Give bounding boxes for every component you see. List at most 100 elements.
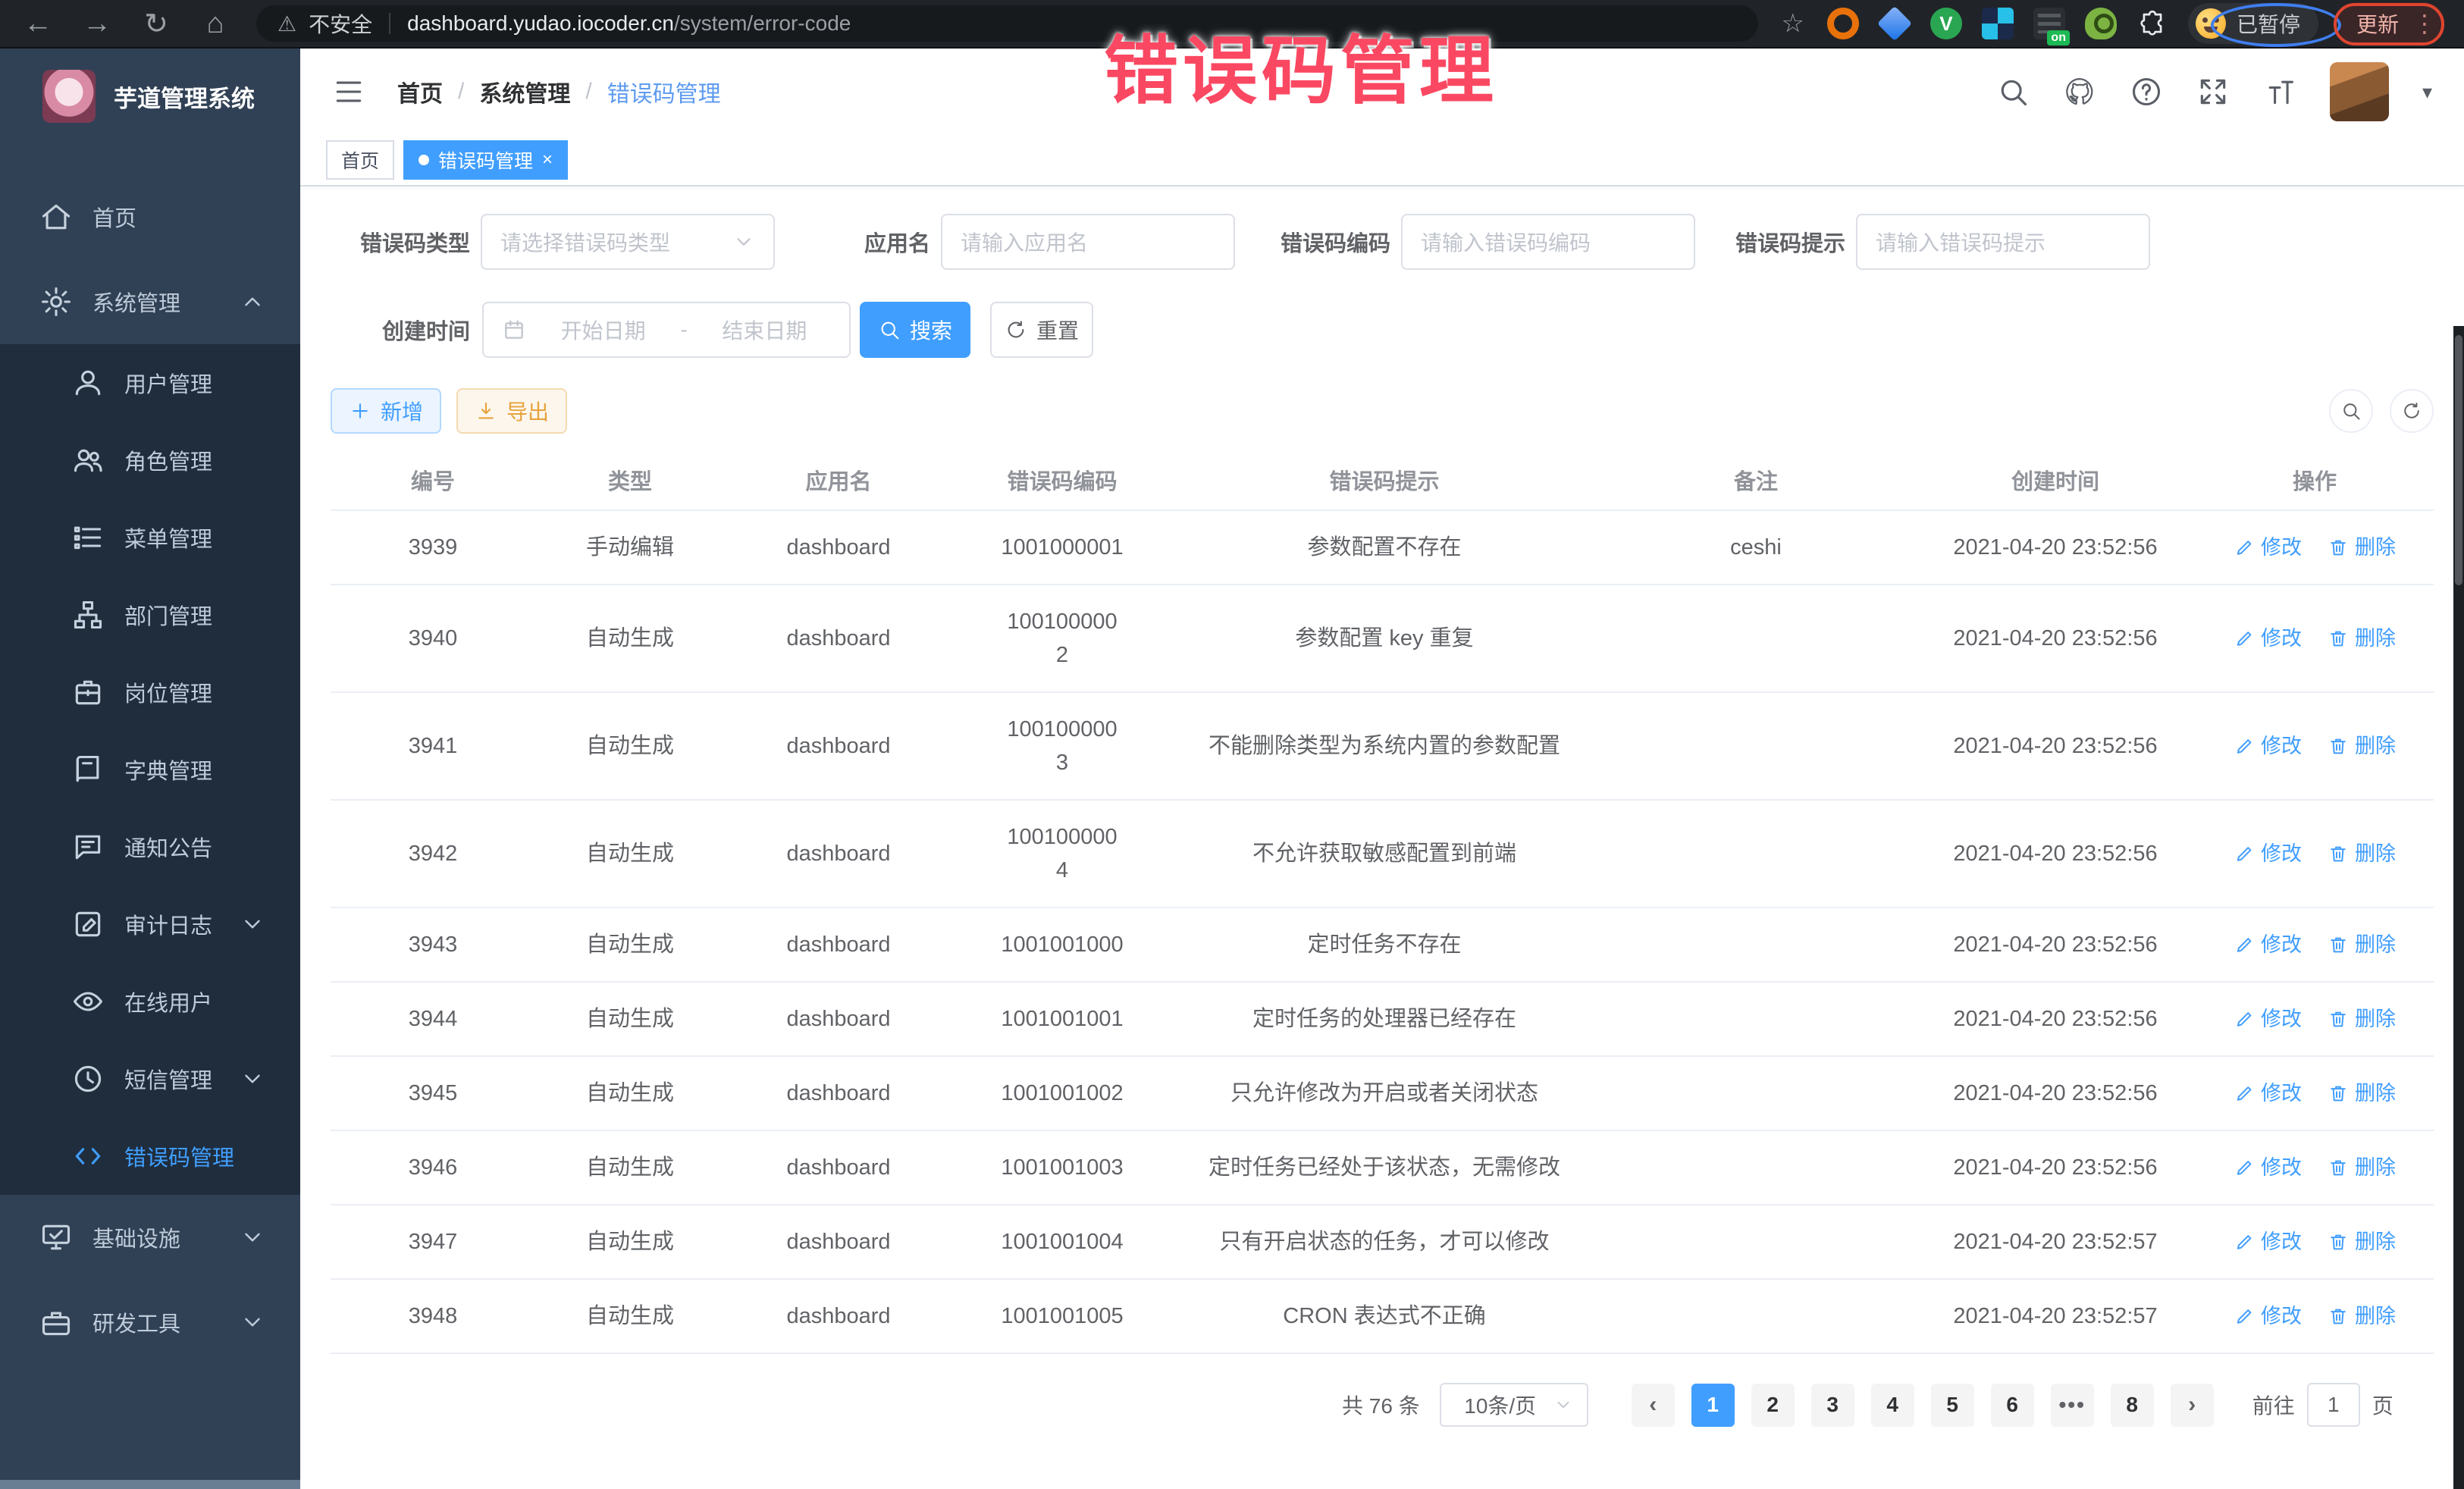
sidebar-item-menu[interactable]: 菜单管理 [0,499,300,576]
sidebar-item-home[interactable]: 首页 [0,174,300,259]
edit-link[interactable]: 修改 [2234,837,2302,870]
edit-link[interactable]: 修改 [2234,1299,2302,1333]
sidebar-item-errcode[interactable]: 错误码管理 [0,1118,300,1195]
edit-link[interactable]: 修改 [2234,928,2302,961]
delete-link[interactable]: 删除 [2328,1299,2396,1333]
next-page-button[interactable]: › [2171,1384,2214,1427]
table-row[interactable]: 3943 自动生成 dashboard 1001001000 定时任务不存在 2… [331,908,2434,983]
help-icon[interactable] [2130,75,2163,108]
jump-page-input[interactable]: 1 [2307,1383,2360,1427]
sidebar-item-dept[interactable]: 部门管理 [0,576,300,654]
page-button-1[interactable]: 1 [1691,1384,1735,1427]
sidebar-item-online[interactable]: 在线用户 [0,963,300,1040]
table-row[interactable]: 3947 自动生成 dashboard 1001001004 只有开启状态的任务… [331,1205,2434,1280]
bookmark-star-icon[interactable]: ☆ [1781,8,1804,39]
page-button-8[interactable]: 8 [2111,1384,2154,1427]
delete-link[interactable]: 删除 [2328,531,2396,564]
page-button-4[interactable]: 4 [1871,1384,1914,1427]
tab-home[interactable]: 首页 [326,140,394,180]
edit-link[interactable]: 修改 [2234,729,2302,763]
sidebar-item-post[interactable]: 岗位管理 [0,654,300,731]
date-range-picker[interactable]: 开始日期 - 结束日期 [482,302,851,358]
sidebar-item-tools[interactable]: 研发工具 [0,1280,300,1365]
page-button-5[interactable]: 5 [1931,1384,1974,1427]
table-row[interactable]: 3946 自动生成 dashboard 1001001003 定时任务已经处于该… [331,1131,2434,1205]
sidebar-item-infra[interactable]: 基础设施 [0,1195,300,1280]
table-row[interactable]: 3945 自动生成 dashboard 1001001002 只允许修改为开启或… [331,1057,2434,1131]
font-size-icon[interactable] [2263,75,2296,108]
table-row[interactable]: 3944 自动生成 dashboard 1001001001 定时任务的处理器已… [331,983,2434,1057]
avatar-caret-icon[interactable]: ▾ [2422,80,2432,104]
address-bar[interactable]: ⚠ 不安全 dashboard.yudao.iocoder.cn/system/… [256,5,1758,42]
sidebar-logo[interactable]: 芋道管理系统 [0,49,300,144]
search-button[interactable]: 搜索 [860,302,970,358]
extensions-puzzle-icon[interactable] [2136,8,2168,39]
fullscreen-icon[interactable] [2196,75,2230,108]
delete-link[interactable]: 删除 [2328,1002,2396,1036]
breadcrumb-home[interactable]: 首页 [397,75,443,108]
page-button-3[interactable]: 3 [1811,1384,1854,1427]
delete-link[interactable]: 删除 [2328,622,2396,655]
extension-green-icon[interactable]: V [1930,8,1962,39]
sidebar-item-sms[interactable]: 短信管理 [0,1040,300,1118]
export-button[interactable]: 导出 [456,388,567,434]
browser-update-button[interactable]: 更新 ⋮ [2338,2,2444,45]
page-button-2[interactable]: 2 [1751,1384,1795,1427]
table-row[interactable]: 3942 自动生成 dashboard 100100000 4 不允许获取敏感配… [331,801,2434,908]
delete-link[interactable]: 删除 [2328,1077,2396,1110]
security-warning-icon[interactable]: ⚠ [277,11,296,36]
extension-key-icon[interactable] [2085,8,2117,39]
delete-link[interactable]: 删除 [2328,1225,2396,1259]
sidebar-item-dict[interactable]: 字典管理 [0,731,300,808]
edit-link[interactable]: 修改 [2234,1151,2302,1184]
refresh-table-button[interactable] [2390,389,2434,433]
sidebar-scrollbar[interactable] [0,1480,300,1489]
sidebar-item-notice[interactable]: 通知公告 [0,808,300,886]
reset-button[interactable]: 重置 [990,302,1093,358]
search-icon[interactable] [1996,75,2030,108]
edit-link[interactable]: 修改 [2234,622,2302,655]
browser-scrollbar[interactable] [2453,326,2464,1489]
table-row[interactable]: 3939 手动编辑 dashboard 1001000001 参数配置不存在 c… [331,511,2434,585]
app-input[interactable]: 请输入应用名 [941,214,1235,270]
extension-switch-icon[interactable]: on [2033,8,2065,39]
add-button[interactable]: 新增 [331,388,441,434]
delete-link[interactable]: 删除 [2328,729,2396,763]
profile-paused-chip[interactable]: 已暂停 [2188,3,2318,44]
extension-gem-icon[interactable] [1877,6,1912,41]
edit-link[interactable]: 修改 [2234,1077,2302,1110]
table-row[interactable]: 3941 自动生成 dashboard 100100000 3 不能删除类型为系… [331,693,2434,801]
edit-link[interactable]: 修改 [2234,531,2302,564]
user-avatar[interactable] [2330,62,2389,121]
delete-link[interactable]: 删除 [2328,1151,2396,1184]
hamburger-icon[interactable] [332,75,365,108]
browser-menu-icon[interactable]: ⋮ [2412,9,2437,38]
extension-squares-icon[interactable] [1982,8,2014,39]
back-icon[interactable]: ← [20,8,56,40]
hint-input[interactable]: 请输入错误码提示 [1856,214,2150,270]
delete-link[interactable]: 删除 [2328,928,2396,961]
page-button-6[interactable]: 6 [1991,1384,2034,1427]
close-icon[interactable]: × [542,149,553,171]
tab-error-code[interactable]: 错误码管理 × [403,140,568,180]
github-icon[interactable] [2063,75,2096,108]
prev-page-button[interactable]: ‹ [1632,1384,1675,1427]
table-row[interactable]: 3940 自动生成 dashboard 100100000 2 参数配置 key… [331,585,2434,693]
type-select[interactable]: 请选择错误码类型 [481,214,775,270]
extension-orange-icon[interactable] [1827,8,1859,39]
sidebar-item-role[interactable]: 角色管理 [0,422,300,499]
sidebar-item-system[interactable]: 系统管理 [0,259,300,344]
toggle-search-button[interactable] [2329,389,2373,433]
page-size-select[interactable]: 10条/页 [1440,1383,1588,1427]
home-icon[interactable]: ⌂ [197,8,234,40]
edit-link[interactable]: 修改 [2234,1225,2302,1259]
more-pages-button[interactable]: ••• [2051,1384,2094,1427]
table-row[interactable]: 3948 自动生成 dashboard 1001001005 CRON 表达式不… [331,1280,2434,1354]
code-input[interactable]: 请输入错误码编码 [1401,214,1695,270]
edit-link[interactable]: 修改 [2234,1002,2302,1036]
reload-icon[interactable]: ↻ [138,7,174,41]
breadcrumb-system[interactable]: 系统管理 [479,75,570,108]
sidebar-item-user[interactable]: 用户管理 [0,344,300,422]
forward-icon[interactable]: → [79,8,115,40]
scrollbar-thumb[interactable] [2455,335,2462,585]
